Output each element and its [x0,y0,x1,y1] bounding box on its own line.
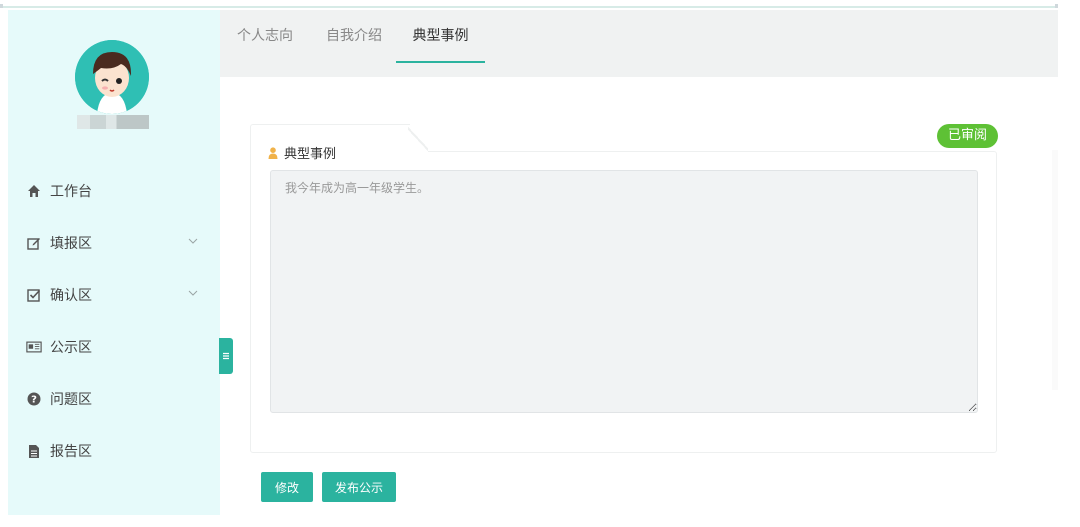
corner-mark [1055,4,1058,8]
edit-icon [26,235,42,251]
sidebar-item-questions[interactable]: ? 问题区 [8,373,220,425]
tab-self-introduction[interactable]: 自我介绍 [326,10,382,65]
sidebar-item-label: 确认区 [50,288,92,304]
tab-typical-example[interactable]: 典型事例 [396,10,485,65]
publish-button[interactable]: 发布公示 [322,472,396,502]
sidebar-item-label: 工作台 [50,184,92,200]
home-icon [26,183,42,199]
sidebar: ▇▇▇ ▇▇▇ 工作台 填报区 确认区 [8,10,220,515]
menu-icon [223,352,229,360]
person-icon [268,146,278,159]
sidebar-menu: 工作台 填报区 确认区 公示区 ? 问题区 报告区 [8,165,220,477]
newspaper-icon [26,339,42,355]
card-title-text: 典型事例 [284,147,337,162]
tab-bar-divider [220,65,1058,77]
corner-mark [0,4,3,8]
tab-bar: 个人志向 自我介绍 典型事例 [220,10,1058,65]
document-icon [26,443,42,459]
svg-text:?: ? [31,395,37,406]
checkbox-icon [26,287,42,303]
sidebar-item-fill[interactable]: 填报区 [8,217,220,269]
chevron-down-icon[interactable] [188,288,200,300]
question-icon: ? [26,391,42,407]
card-title: 典型事例 [268,143,336,162]
sidebar-item-label: 问题区 [50,392,92,408]
sidebar-item-label: 填报区 [50,236,92,252]
edit-button[interactable]: 修改 [261,472,313,502]
avatar-icon [75,40,149,114]
sidebar-item-workbench[interactable]: 工作台 [8,165,220,217]
sidebar-toggle[interactable] [219,338,233,374]
chevron-down-icon[interactable] [188,236,200,248]
avatar[interactable] [75,40,149,114]
example-content-textarea[interactable]: 我今年成为高一年级学生。 [270,170,978,413]
sidebar-item-publicity[interactable]: 公示区 [8,321,220,373]
sidebar-item-reports[interactable]: 报告区 [8,425,220,477]
sidebar-item-label: 公示区 [50,340,92,356]
sidebar-item-label: 报告区 [50,444,92,460]
user-name: ▇▇▇ ▇▇▇ [77,115,149,129]
tab-personal-ambition[interactable]: 个人志向 [237,10,293,65]
top-border [0,4,1058,8]
scroll-edge [1052,150,1058,390]
status-badge: 已审阅 [937,124,998,148]
sidebar-item-confirm[interactable]: 确认区 [8,269,220,321]
